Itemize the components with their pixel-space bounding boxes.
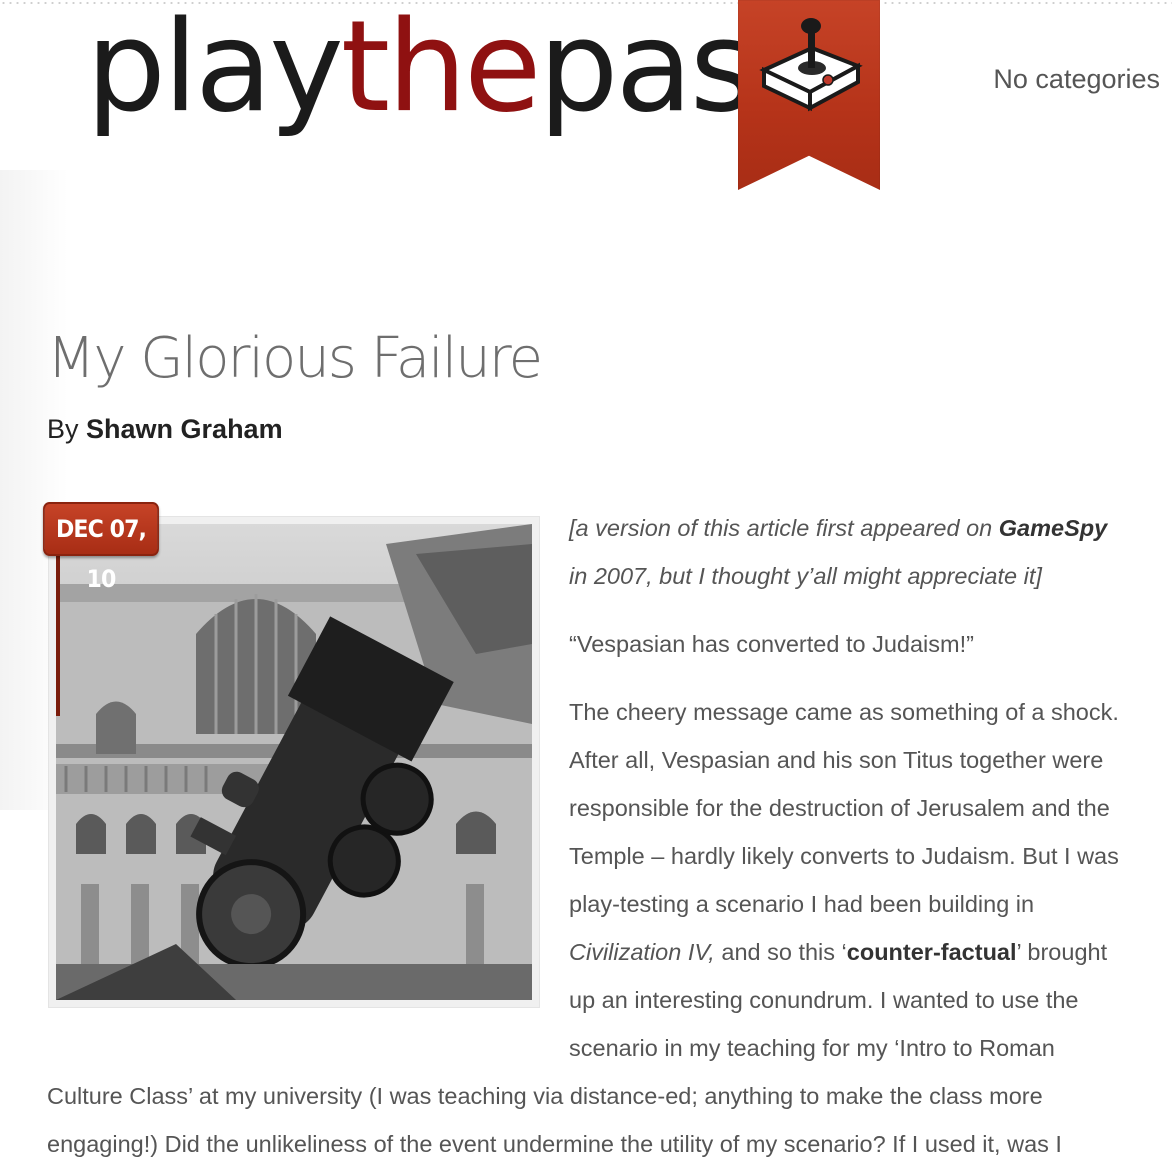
- body-text: ’ brought: [1016, 939, 1108, 965]
- categories-link[interactable]: No categories: [993, 64, 1160, 95]
- intro-line-2: in 2007, but I thought y’all might appre…: [569, 552, 1159, 600]
- date-badge-stem: [56, 556, 60, 716]
- body-line: After all, Vespasian and his son Titus t…: [569, 747, 1104, 773]
- train-wreck-photo: [56, 524, 532, 1000]
- body-line: The cheery message came as something of …: [569, 699, 1119, 725]
- author-name[interactable]: Shawn Graham: [86, 414, 283, 444]
- body-line: play-testing a scenario I had been build…: [569, 891, 1035, 917]
- body-paragraph: The cheery message came as something of …: [569, 688, 1159, 1072]
- civilization-iv-title: Civilization IV,: [569, 939, 715, 965]
- site-logo[interactable]: playthepast: [86, 4, 802, 130]
- by-label: By: [47, 414, 79, 444]
- date-badge: DEC 07, 10: [43, 502, 159, 593]
- featured-image[interactable]: [56, 524, 532, 1000]
- body-line: scenario in my teaching for my ‘Intro to…: [569, 1035, 1055, 1061]
- body-line: engaging!) Did the unlikeliness of the e…: [47, 1131, 1062, 1157]
- intro-note: [a version of this article first appeare…: [569, 504, 1159, 600]
- intro-text-1: [a version of this article first appeare…: [569, 515, 999, 541]
- post-title[interactable]: My Glorious Failure: [47, 326, 543, 391]
- intro-line-1: [a version of this article first appeare…: [569, 504, 1159, 552]
- body-paragraph-continued: Culture Class’ at my university (I was t…: [47, 1072, 1157, 1162]
- counter-factual-link[interactable]: counter-factual: [847, 939, 1017, 965]
- gamespy-link[interactable]: GameSpy: [999, 515, 1107, 541]
- joystick-icon: [759, 18, 863, 112]
- body-line: Culture Class’ at my university (I was t…: [47, 1083, 1043, 1109]
- opening-quote: “Vespasian has converted to Judaism!”: [569, 631, 974, 657]
- logo-text-play: play: [86, 0, 344, 140]
- body-line: responsible for the destruction of Jerus…: [569, 795, 1110, 821]
- logo-ribbon[interactable]: [738, 0, 880, 190]
- body-line: Temple – hardly likely converts to Judai…: [569, 843, 1119, 869]
- body-line: up an interesting conundrum. I wanted to…: [569, 987, 1079, 1013]
- logo-text-the: the: [340, 0, 542, 140]
- body-line: Civilization IV, and so this ‘counter-fa…: [569, 928, 1159, 976]
- body-text: and so this ‘: [714, 939, 847, 965]
- byline: By Shawn Graham: [47, 414, 283, 445]
- intro-text-2: in 2007, but I thought y’all might appre…: [569, 563, 1042, 589]
